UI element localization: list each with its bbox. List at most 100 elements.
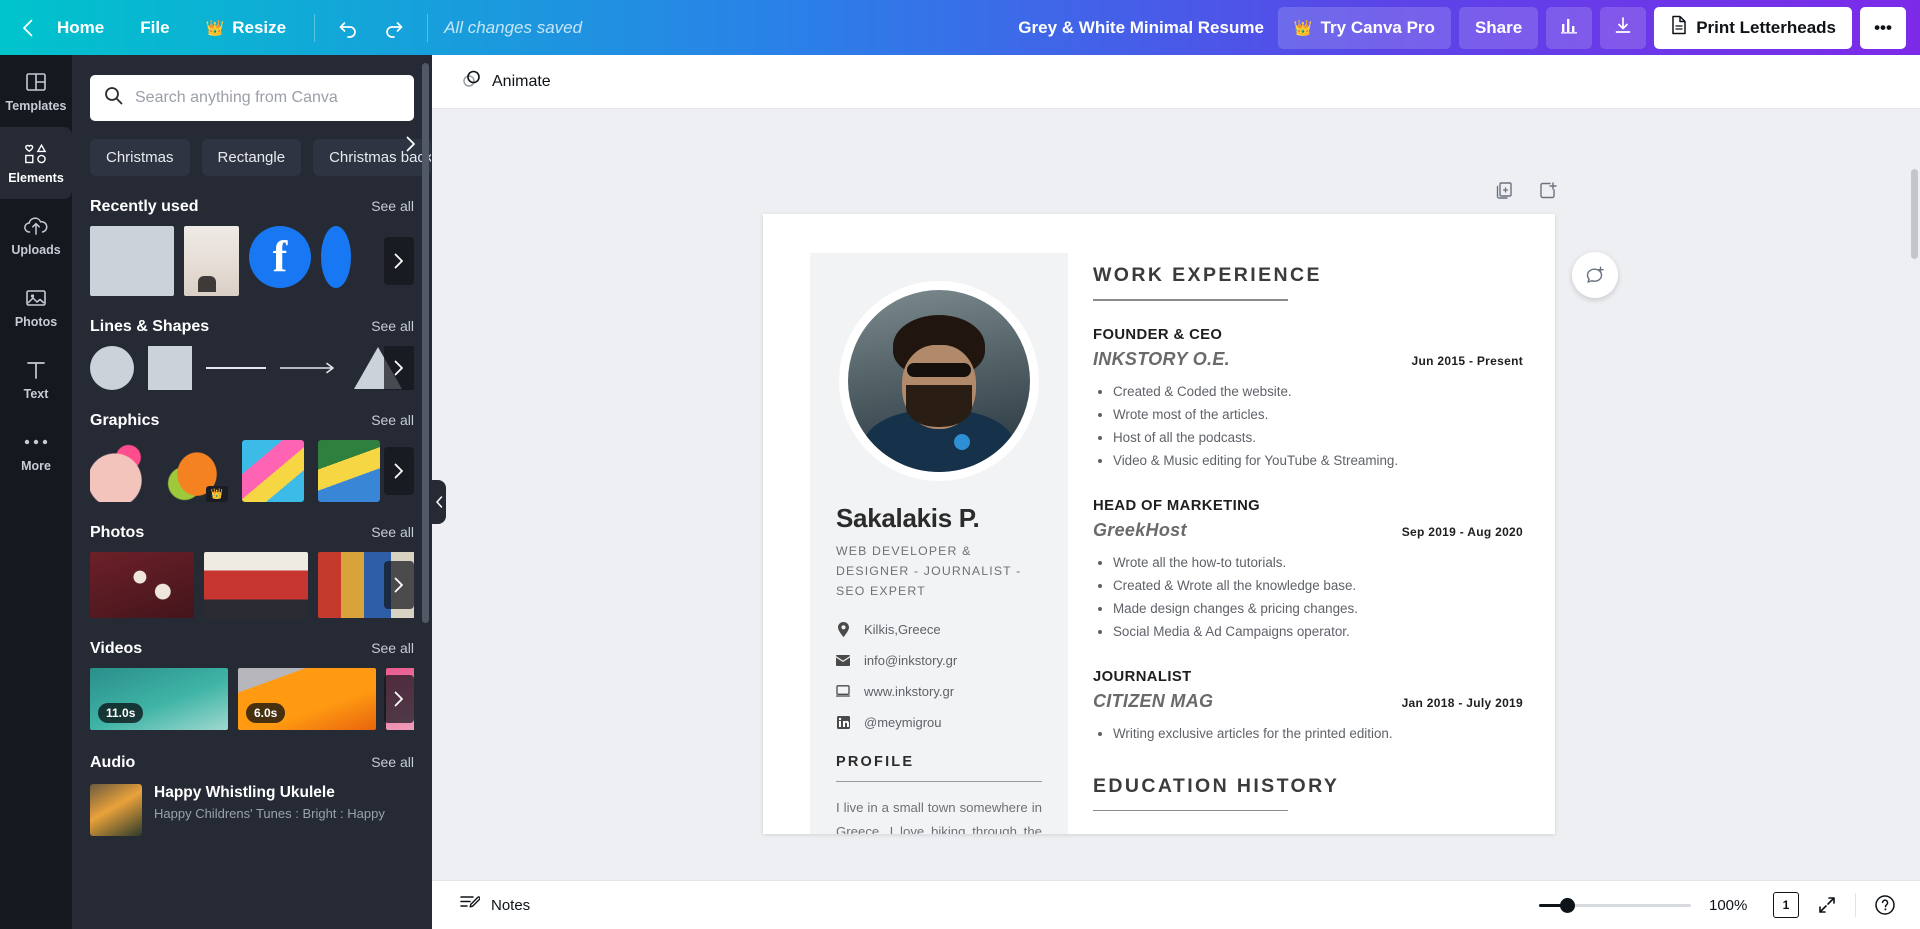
see-all-link[interactable]: See all bbox=[371, 524, 414, 540]
left-rail: Templates Elements Uploads Photos Text bbox=[0, 55, 72, 929]
back-button[interactable] bbox=[0, 8, 39, 48]
page-manager-button[interactable]: 1 bbox=[1773, 892, 1799, 918]
row-next-arrow[interactable] bbox=[384, 237, 414, 285]
see-all-link[interactable]: See all bbox=[371, 198, 414, 214]
job-entry[interactable]: JOURNALIST CITIZEN MAG Jan 2018 - July 2… bbox=[1093, 669, 1523, 745]
job-date: Jun 2015 - Present bbox=[1412, 354, 1523, 368]
row-next-arrow[interactable] bbox=[384, 447, 414, 495]
top-bar: Home File 👑 Resize All changes saved Gre… bbox=[0, 0, 1920, 55]
contact-email[interactable]: info@inkstory.gr bbox=[836, 653, 1042, 668]
document-title[interactable]: Grey & White Minimal Resume bbox=[1004, 18, 1278, 38]
recent-item-room-photo[interactable] bbox=[184, 226, 239, 296]
file-menu[interactable]: File bbox=[122, 8, 187, 48]
location-pin-icon bbox=[836, 622, 850, 637]
animate-label: Animate bbox=[492, 73, 551, 91]
print-letterheads-button[interactable]: Print Letterheads bbox=[1654, 7, 1852, 49]
chip-christmas[interactable]: Christmas bbox=[90, 139, 190, 176]
video-item[interactable]: 11.0s bbox=[90, 668, 228, 730]
job-entry[interactable]: HEAD OF MARKETING GreekHost Sep 2019 - A… bbox=[1093, 498, 1523, 643]
search-input[interactable] bbox=[135, 89, 400, 107]
photo-item[interactable] bbox=[90, 552, 194, 618]
chip-rectangle[interactable]: Rectangle bbox=[202, 139, 302, 176]
canvas-vertical-scrollbar[interactable] bbox=[1911, 169, 1918, 259]
profile-heading[interactable]: PROFILE bbox=[836, 754, 1042, 770]
section-header: Videos See all bbox=[90, 640, 414, 658]
avatar[interactable] bbox=[839, 281, 1039, 481]
see-all-link[interactable]: See all bbox=[371, 754, 414, 770]
graphic-item[interactable] bbox=[242, 440, 304, 502]
zoom-knob[interactable] bbox=[1560, 898, 1575, 913]
panel-collapse-handle[interactable] bbox=[432, 480, 446, 524]
resume-name[interactable]: Sakalakis P. bbox=[836, 503, 1042, 534]
resume-left-column[interactable]: Sakalakis P. WEB DEVELOPER & DESIGNER - … bbox=[810, 253, 1068, 834]
shape-circle[interactable] bbox=[90, 346, 134, 390]
share-button[interactable]: Share bbox=[1459, 7, 1538, 49]
undo-button[interactable] bbox=[325, 8, 371, 48]
recent-item-facebook-logo[interactable]: f bbox=[249, 226, 311, 288]
shape-arrow[interactable] bbox=[280, 346, 340, 390]
see-all-link[interactable]: See all bbox=[371, 412, 414, 428]
zoom-slider[interactable] bbox=[1539, 897, 1691, 913]
see-all-link[interactable]: See all bbox=[371, 640, 414, 656]
zoom-level-label[interactable]: 100% bbox=[1709, 897, 1755, 914]
job-date: Sep 2019 - Aug 2020 bbox=[1402, 525, 1523, 539]
job-company: GreekHost bbox=[1093, 520, 1187, 541]
resize-button[interactable]: 👑 Resize bbox=[188, 8, 305, 48]
contact-website[interactable]: www.inkstory.gr bbox=[836, 684, 1042, 699]
sidebar-item-elements[interactable]: Elements bbox=[0, 127, 72, 199]
page-tools bbox=[1495, 181, 1557, 205]
education-heading[interactable]: EDUCATION HISTORY bbox=[1093, 775, 1523, 798]
download-button[interactable] bbox=[1600, 7, 1646, 49]
fullscreen-button[interactable] bbox=[1817, 895, 1837, 915]
shape-line[interactable] bbox=[206, 346, 266, 390]
canvas-area[interactable]: Sakalakis P. WEB DEVELOPER & DESIGNER - … bbox=[432, 109, 1920, 929]
search-box[interactable] bbox=[90, 75, 414, 121]
recent-item-partial[interactable] bbox=[321, 226, 351, 288]
search-icon bbox=[104, 86, 123, 110]
insights-button[interactable] bbox=[1546, 7, 1592, 49]
sidebar-item-photos[interactable]: Photos bbox=[0, 271, 72, 343]
design-page[interactable]: Sakalakis P. WEB DEVELOPER & DESIGNER - … bbox=[763, 214, 1555, 834]
redo-button[interactable] bbox=[371, 8, 417, 48]
shape-square[interactable] bbox=[148, 346, 192, 390]
audio-list-item[interactable]: Happy Whistling Ukulele Happy Childrens'… bbox=[72, 784, 432, 836]
job-entry[interactable]: FOUNDER & CEO INKSTORY O.E. Jun 2015 - P… bbox=[1093, 327, 1523, 472]
job-bullet: Video & Music editing for YouTube & Stre… bbox=[1113, 449, 1523, 472]
profile-text[interactable]: I live in a small town somewhere in Gree… bbox=[836, 796, 1042, 834]
sidebar-item-text[interactable]: Text bbox=[0, 343, 72, 415]
panel-scrollbar[interactable] bbox=[422, 63, 429, 623]
photo-item[interactable] bbox=[204, 552, 308, 618]
section-videos: Videos See all 11.0s 6.0s bbox=[72, 640, 432, 730]
contact-location[interactable]: Kilkis,Greece bbox=[836, 622, 1042, 637]
graphic-item[interactable]: 👑 bbox=[166, 440, 228, 502]
job-bullets: Created & Coded the website. Wrote most … bbox=[1113, 380, 1523, 472]
duplicate-page-icon[interactable] bbox=[1495, 181, 1514, 205]
home-button[interactable]: Home bbox=[39, 8, 122, 48]
section-header: Audio See all bbox=[90, 754, 414, 772]
notes-button[interactable]: Notes bbox=[450, 888, 540, 922]
sidebar-item-uploads[interactable]: Uploads bbox=[0, 199, 72, 271]
contact-text: www.inkstory.gr bbox=[864, 684, 954, 699]
row-next-arrow[interactable] bbox=[384, 561, 414, 609]
video-item[interactable]: 6.0s bbox=[238, 668, 376, 730]
contact-linkedin[interactable]: @meymigrou bbox=[836, 715, 1042, 730]
help-button[interactable] bbox=[1874, 894, 1896, 916]
row-next-arrow[interactable] bbox=[384, 346, 414, 390]
resume-role[interactable]: WEB DEVELOPER & DESIGNER - JOURNALIST - … bbox=[836, 542, 1042, 602]
job-bullet: Created & Wrote all the knowledge base. bbox=[1113, 574, 1523, 597]
add-comment-button[interactable] bbox=[1572, 252, 1618, 298]
add-page-icon[interactable] bbox=[1538, 181, 1557, 205]
animate-button[interactable]: Animate bbox=[450, 61, 563, 102]
sidebar-item-more[interactable]: More bbox=[0, 415, 72, 487]
sidebar-item-templates[interactable]: Templates bbox=[0, 55, 72, 127]
graphic-item[interactable] bbox=[90, 440, 152, 502]
graphic-item[interactable] bbox=[318, 440, 380, 502]
recent-item-grey-square[interactable] bbox=[90, 226, 174, 296]
more-options-button[interactable]: ••• bbox=[1860, 7, 1906, 49]
row-next-arrow[interactable] bbox=[384, 675, 414, 723]
try-canva-pro-button[interactable]: 👑 Try Canva Pro bbox=[1278, 7, 1451, 49]
work-experience-heading[interactable]: WORK EXPERIENCE bbox=[1093, 264, 1523, 287]
resume-right-column[interactable]: WORK EXPERIENCE FOUNDER & CEO INKSTORY O… bbox=[1093, 264, 1523, 834]
see-all-link[interactable]: See all bbox=[371, 318, 414, 334]
page-count-label: 1 bbox=[1783, 898, 1790, 912]
